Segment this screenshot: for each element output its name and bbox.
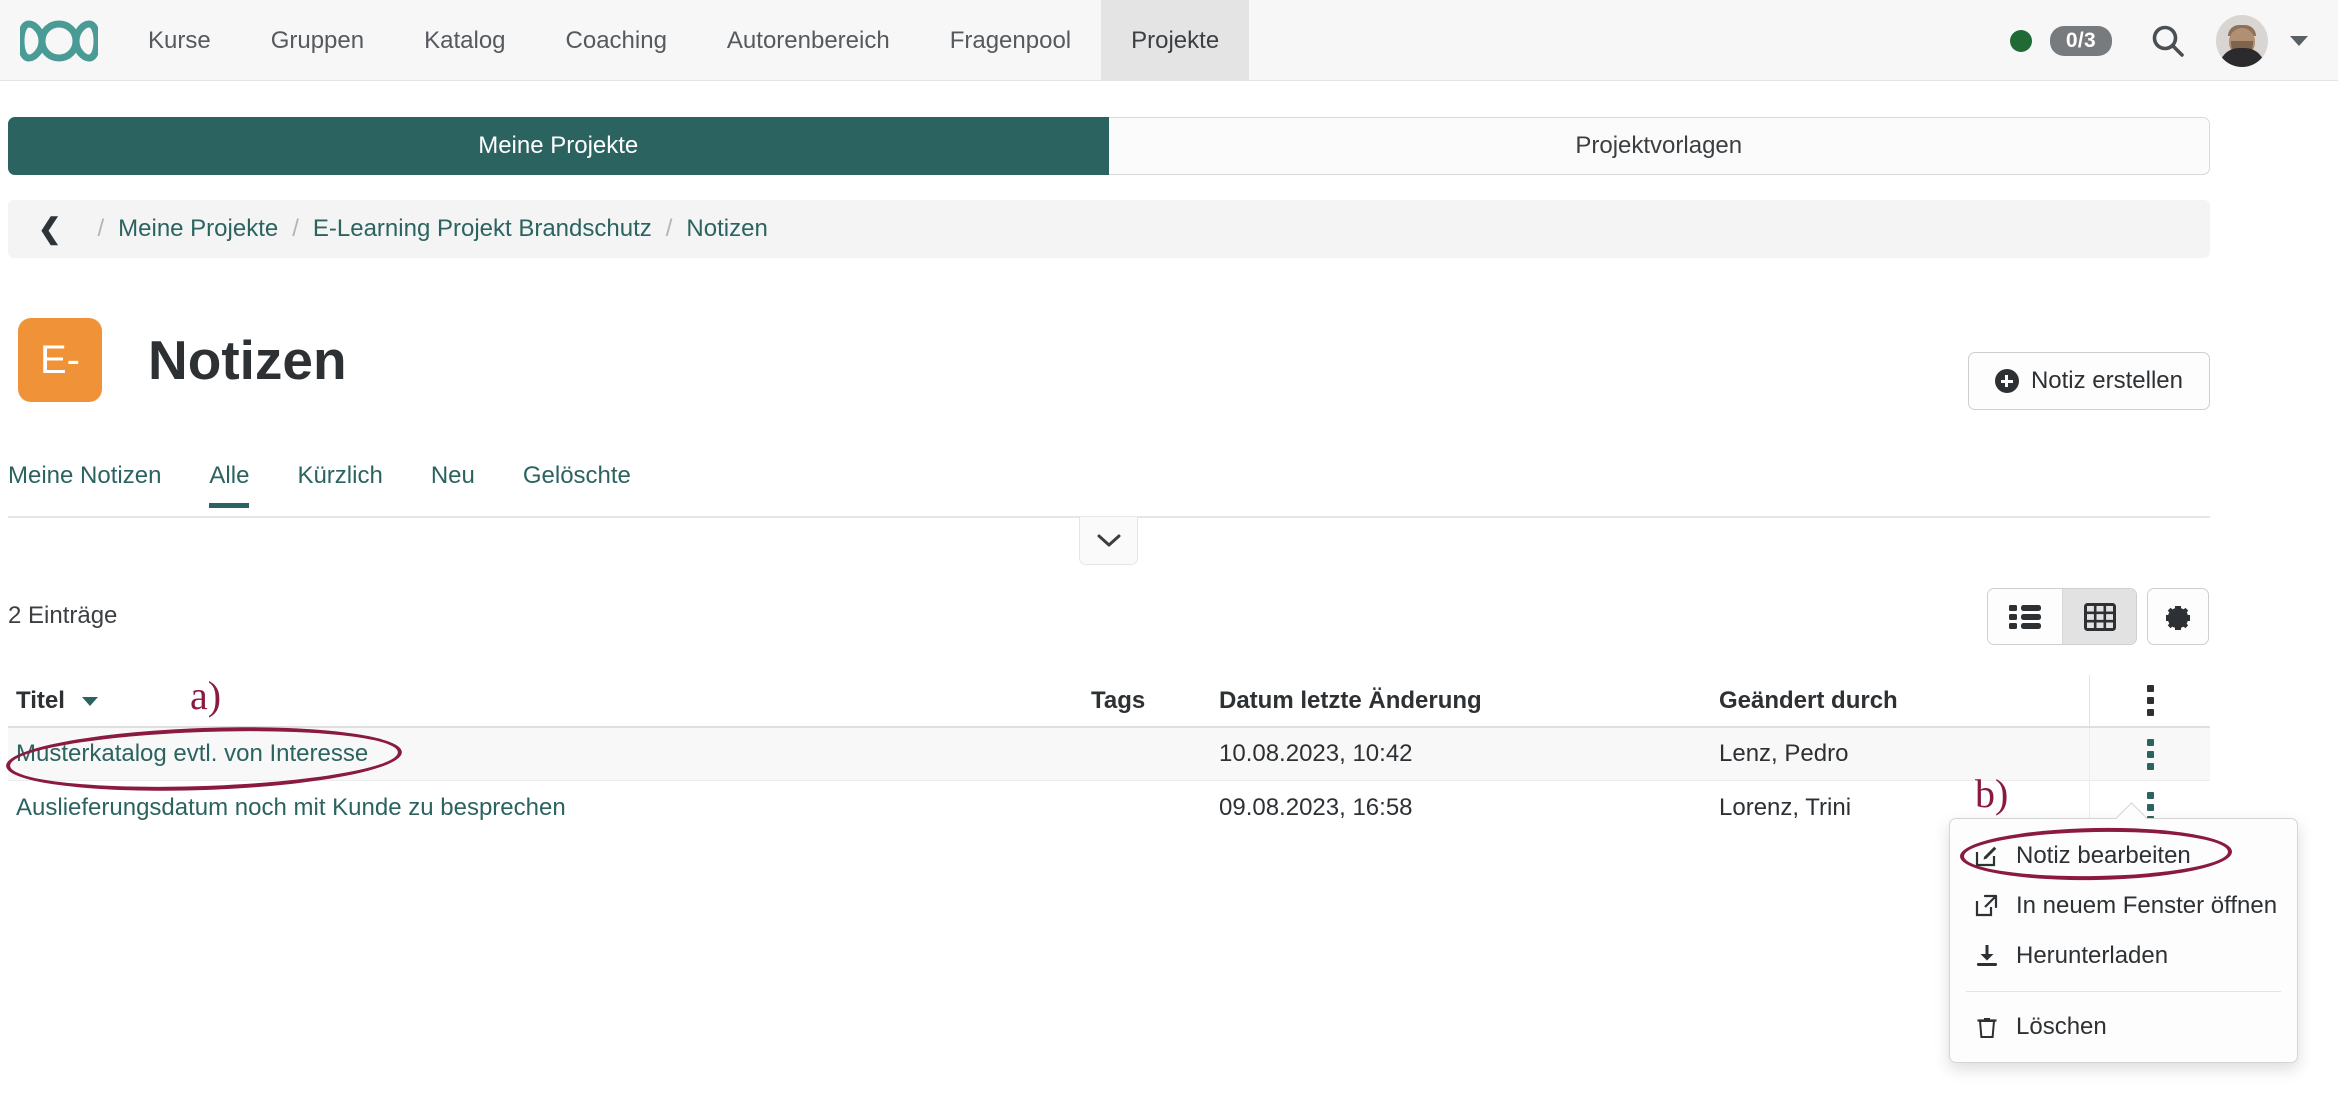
table-header-menu-cell [2089, 675, 2210, 726]
tab-meine-projekte[interactable]: Meine Projekte [8, 117, 1109, 175]
plus-circle-icon [1994, 369, 2019, 393]
context-menu-download-label: Herunterladen [2016, 942, 2169, 969]
sort-caret-down-icon[interactable] [81, 696, 98, 706]
row-2-title-link[interactable]: Auslieferungsdatum noch mit Kunde zu bes… [16, 794, 566, 821]
context-menu-divider [1966, 991, 2281, 992]
row-modified-cell: 09.08.2023, 16:58 [1219, 793, 1413, 821]
trash-icon [1974, 1014, 2000, 1040]
external-link-icon [1974, 893, 2000, 919]
breadcrumb: ❮ / Meine Projekte / E-Learning Projekt … [8, 200, 2210, 258]
status-indicator-dot [2009, 29, 2032, 52]
context-menu-open-new-window-item[interactable]: In neuem Fenster öffnen [1950, 881, 2297, 931]
subtab-neu[interactable]: Neu [407, 462, 499, 508]
view-mode-toggle-group [1987, 588, 2137, 645]
breadcrumb-item-meine-projekte[interactable]: Meine Projekte [118, 215, 278, 243]
row-modified-by-cell: Lenz, Pedro [1719, 740, 1849, 767]
table-row[interactable]: Musterkatalog evtl. von Interesse 10.08.… [8, 728, 2210, 781]
top-navigation-bar: Kurse Gruppen Katalog Coaching Autorenbe… [0, 0, 2338, 81]
nav-item-katalog[interactable]: Katalog [394, 0, 535, 81]
chevron-down-icon [1097, 534, 1120, 546]
context-menu-open-new-window-label: In neuem Fenster öffnen [2016, 892, 2278, 919]
project-scope-tabs: Meine Projekte Projektvorlagen [8, 117, 2210, 175]
row-1-menu-cell [2089, 728, 2210, 780]
filter-collapse-toggle[interactable] [1079, 517, 1138, 565]
breadcrumb-separator: / [97, 215, 105, 242]
download-icon [1974, 943, 2000, 969]
tab-projektvorlagen[interactable]: Projektvorlagen [1108, 117, 2210, 175]
table-view-icon [2083, 602, 2116, 631]
main-nav-items: Kurse Gruppen Katalog Coaching Autorenbe… [118, 0, 1250, 81]
context-menu-delete-label: Löschen [2016, 1013, 2107, 1040]
row-1-title-link[interactable]: Musterkatalog evtl. von Interesse [16, 740, 368, 767]
nav-item-projekte[interactable]: Projekte [1101, 0, 1250, 81]
subtab-alle[interactable]: Alle [185, 462, 273, 508]
edit-pencil-icon [1974, 843, 2000, 869]
column-header-titel-label: Titel [16, 686, 65, 714]
nav-item-fragenpool[interactable]: Fragenpool [920, 0, 1101, 81]
create-note-button[interactable]: Notiz erstellen [1967, 352, 2210, 410]
breadcrumb-item-projekt[interactable]: E-Learning Projekt Brandschutz [313, 215, 652, 243]
context-menu-delete-item[interactable]: Löschen [1950, 1002, 2297, 1052]
breadcrumb-back-chevron-left-icon[interactable]: ❮ [38, 215, 61, 243]
user-avatar[interactable] [2216, 14, 2268, 67]
subtab-geloeschte[interactable]: Gelöschte [499, 462, 655, 508]
breadcrumb-separator: / [292, 215, 299, 242]
table-header-row: Titel Tags Datum letzte Änderung Geänder… [8, 675, 2210, 728]
column-header-datum[interactable]: Datum letzte Änderung [1219, 687, 1719, 715]
create-note-button-label: Notiz erstellen [2030, 367, 2183, 394]
context-menu-edit-item[interactable]: Notiz bearbeiten [1950, 831, 2297, 881]
table-settings-button[interactable] [2147, 588, 2209, 645]
nav-item-gruppen[interactable]: Gruppen [241, 0, 394, 81]
row-1-kebab-menu-icon[interactable] [2146, 738, 2154, 770]
infinity-logo-icon[interactable] [0, 0, 118, 81]
context-menu-download-item[interactable]: Herunterladen [1950, 931, 2297, 981]
result-count-label: 2 Einträge [8, 602, 118, 629]
page-title: Notizen [148, 329, 347, 391]
row-title-cell: Musterkatalog evtl. von Interesse [8, 740, 1091, 768]
notes-table: Titel Tags Datum letzte Änderung Geänder… [8, 675, 2210, 834]
subtab-kuerzlich[interactable]: Kürzlich [273, 462, 406, 508]
top-nav-right-tools: 0/3 [2009, 0, 2338, 81]
column-header-titel[interactable]: Titel [8, 687, 1091, 715]
nav-item-autorenbereich[interactable]: Autorenbereich [697, 0, 920, 81]
app-page: Kurse Gruppen Katalog Coaching Autorenbe… [0, 0, 2338, 1114]
context-menu-edit-label: Notiz bearbeiten [2016, 842, 2191, 869]
task-count-badge[interactable]: 0/3 [2049, 25, 2112, 56]
column-header-geaendert-durch[interactable]: Geändert durch [1719, 687, 2089, 715]
gear-icon [2166, 605, 2190, 630]
column-header-tags[interactable]: Tags [1091, 687, 1219, 715]
note-filter-tabs: Meine Notizen Alle Kürzlich Neu Gelöscht… [0, 462, 655, 508]
row-modified-cell: 10.08.2023, 10:42 [1219, 740, 1413, 767]
table-view-button[interactable] [2062, 589, 2136, 644]
avatar-body [2219, 47, 2265, 67]
list-view-icon [2009, 604, 2041, 629]
search-icon[interactable] [2146, 19, 2190, 63]
project-badge-icon: E- [18, 318, 102, 402]
table-row[interactable]: Auslieferungsdatum noch mit Kunde zu bes… [8, 781, 2210, 834]
breadcrumb-separator: / [665, 215, 673, 242]
user-menu-chevron-down-icon[interactable] [2290, 35, 2308, 46]
nav-item-kurse[interactable]: Kurse [118, 0, 241, 81]
kebab-menu-icon[interactable] [2146, 685, 2154, 716]
breadcrumb-item-notizen[interactable]: Notizen [686, 215, 767, 243]
nav-item-coaching[interactable]: Coaching [536, 0, 697, 81]
list-view-button[interactable] [1988, 589, 2062, 644]
page-heading: E- Notizen [18, 318, 347, 402]
row-title-cell: Auslieferungsdatum noch mit Kunde zu bes… [8, 794, 1091, 822]
subtab-meine-notizen[interactable]: Meine Notizen [0, 462, 185, 508]
row-context-menu: Notiz bearbeiten In neuem Fenster öffnen [1949, 818, 2298, 1063]
